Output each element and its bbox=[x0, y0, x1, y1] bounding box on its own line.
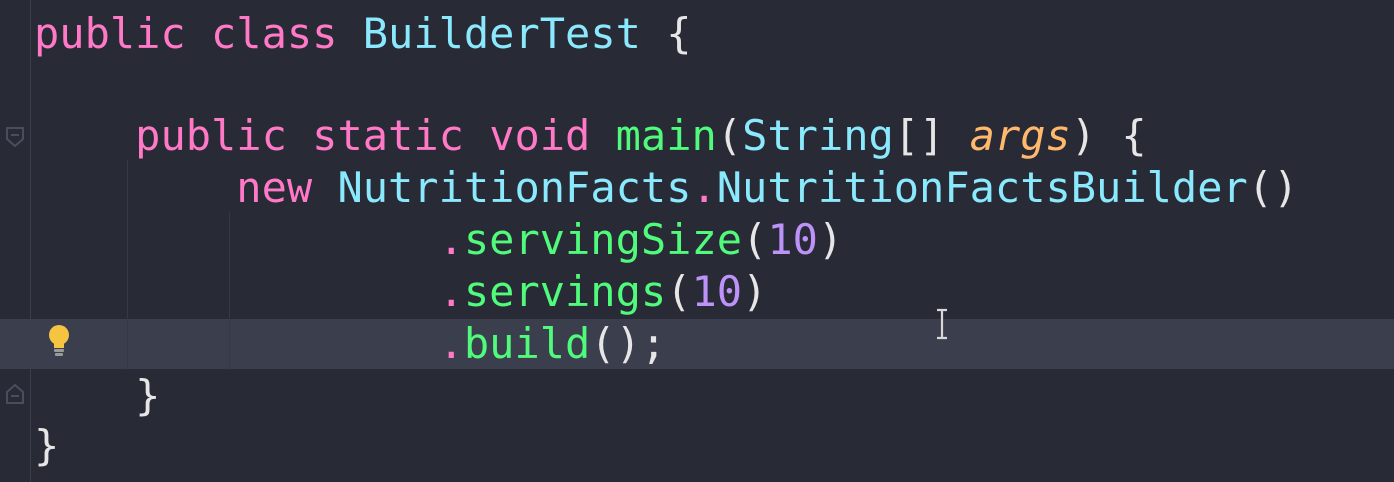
code-line[interactable]: public static void main(String[] args) { bbox=[34, 110, 1147, 162]
code-token: servings bbox=[463, 267, 667, 316]
code-editor[interactable]: public class BuilderTest { public static… bbox=[0, 0, 1394, 482]
code-token: public bbox=[135, 111, 287, 160]
code-token: { bbox=[640, 9, 692, 58]
code-token: 10 bbox=[767, 215, 818, 264]
lightbulb-icon[interactable] bbox=[47, 324, 71, 358]
code-token: NutritionFactsBuilder bbox=[716, 163, 1248, 212]
code-token: ) { bbox=[1070, 111, 1147, 160]
code-line[interactable]: public class BuilderTest { bbox=[34, 8, 691, 60]
code-line[interactable]: .build(); bbox=[34, 318, 667, 370]
code-token: 10 bbox=[691, 267, 743, 316]
code-token: new bbox=[236, 163, 313, 212]
code-line[interactable]: .servingSize(10) bbox=[34, 214, 844, 266]
code-token: ) bbox=[817, 215, 844, 264]
fold-marker-icon[interactable] bbox=[5, 126, 25, 148]
code-token: void bbox=[489, 111, 591, 160]
code-token: ( bbox=[742, 215, 768, 264]
code-token: [] bbox=[893, 111, 970, 160]
code-token: String bbox=[742, 111, 894, 160]
code-token: } bbox=[135, 371, 161, 420]
code-token: class bbox=[211, 9, 338, 58]
code-line[interactable]: new NutritionFacts.NutritionFactsBuilder… bbox=[34, 162, 1298, 214]
code-line[interactable]: .servings(10) bbox=[34, 266, 768, 318]
code-token: . bbox=[438, 267, 464, 316]
code-token: NutritionFacts bbox=[337, 163, 692, 212]
code-line[interactable]: } bbox=[34, 420, 59, 472]
fold-marker-icon[interactable] bbox=[5, 383, 25, 405]
code-token: () bbox=[1247, 163, 1299, 212]
code-token: BuilderTest bbox=[362, 9, 641, 58]
code-token: (); bbox=[590, 319, 667, 368]
code-token: args bbox=[969, 111, 1071, 160]
code-token: . bbox=[438, 319, 464, 368]
code-token: servingSize bbox=[463, 215, 743, 264]
code-token: } bbox=[34, 421, 60, 470]
code-token: ( bbox=[716, 111, 743, 160]
code-token: build bbox=[463, 319, 591, 368]
code-token: ) bbox=[742, 267, 768, 316]
code-line[interactable]: } bbox=[34, 370, 160, 422]
code-token: public bbox=[34, 9, 186, 58]
gutter-divider bbox=[30, 0, 31, 482]
code-token: ( bbox=[666, 267, 692, 316]
text-cursor-icon bbox=[937, 308, 947, 340]
code-token: . bbox=[438, 215, 464, 264]
code-token: main bbox=[615, 111, 717, 160]
code-token: static bbox=[312, 111, 464, 160]
code-token: . bbox=[691, 163, 717, 212]
